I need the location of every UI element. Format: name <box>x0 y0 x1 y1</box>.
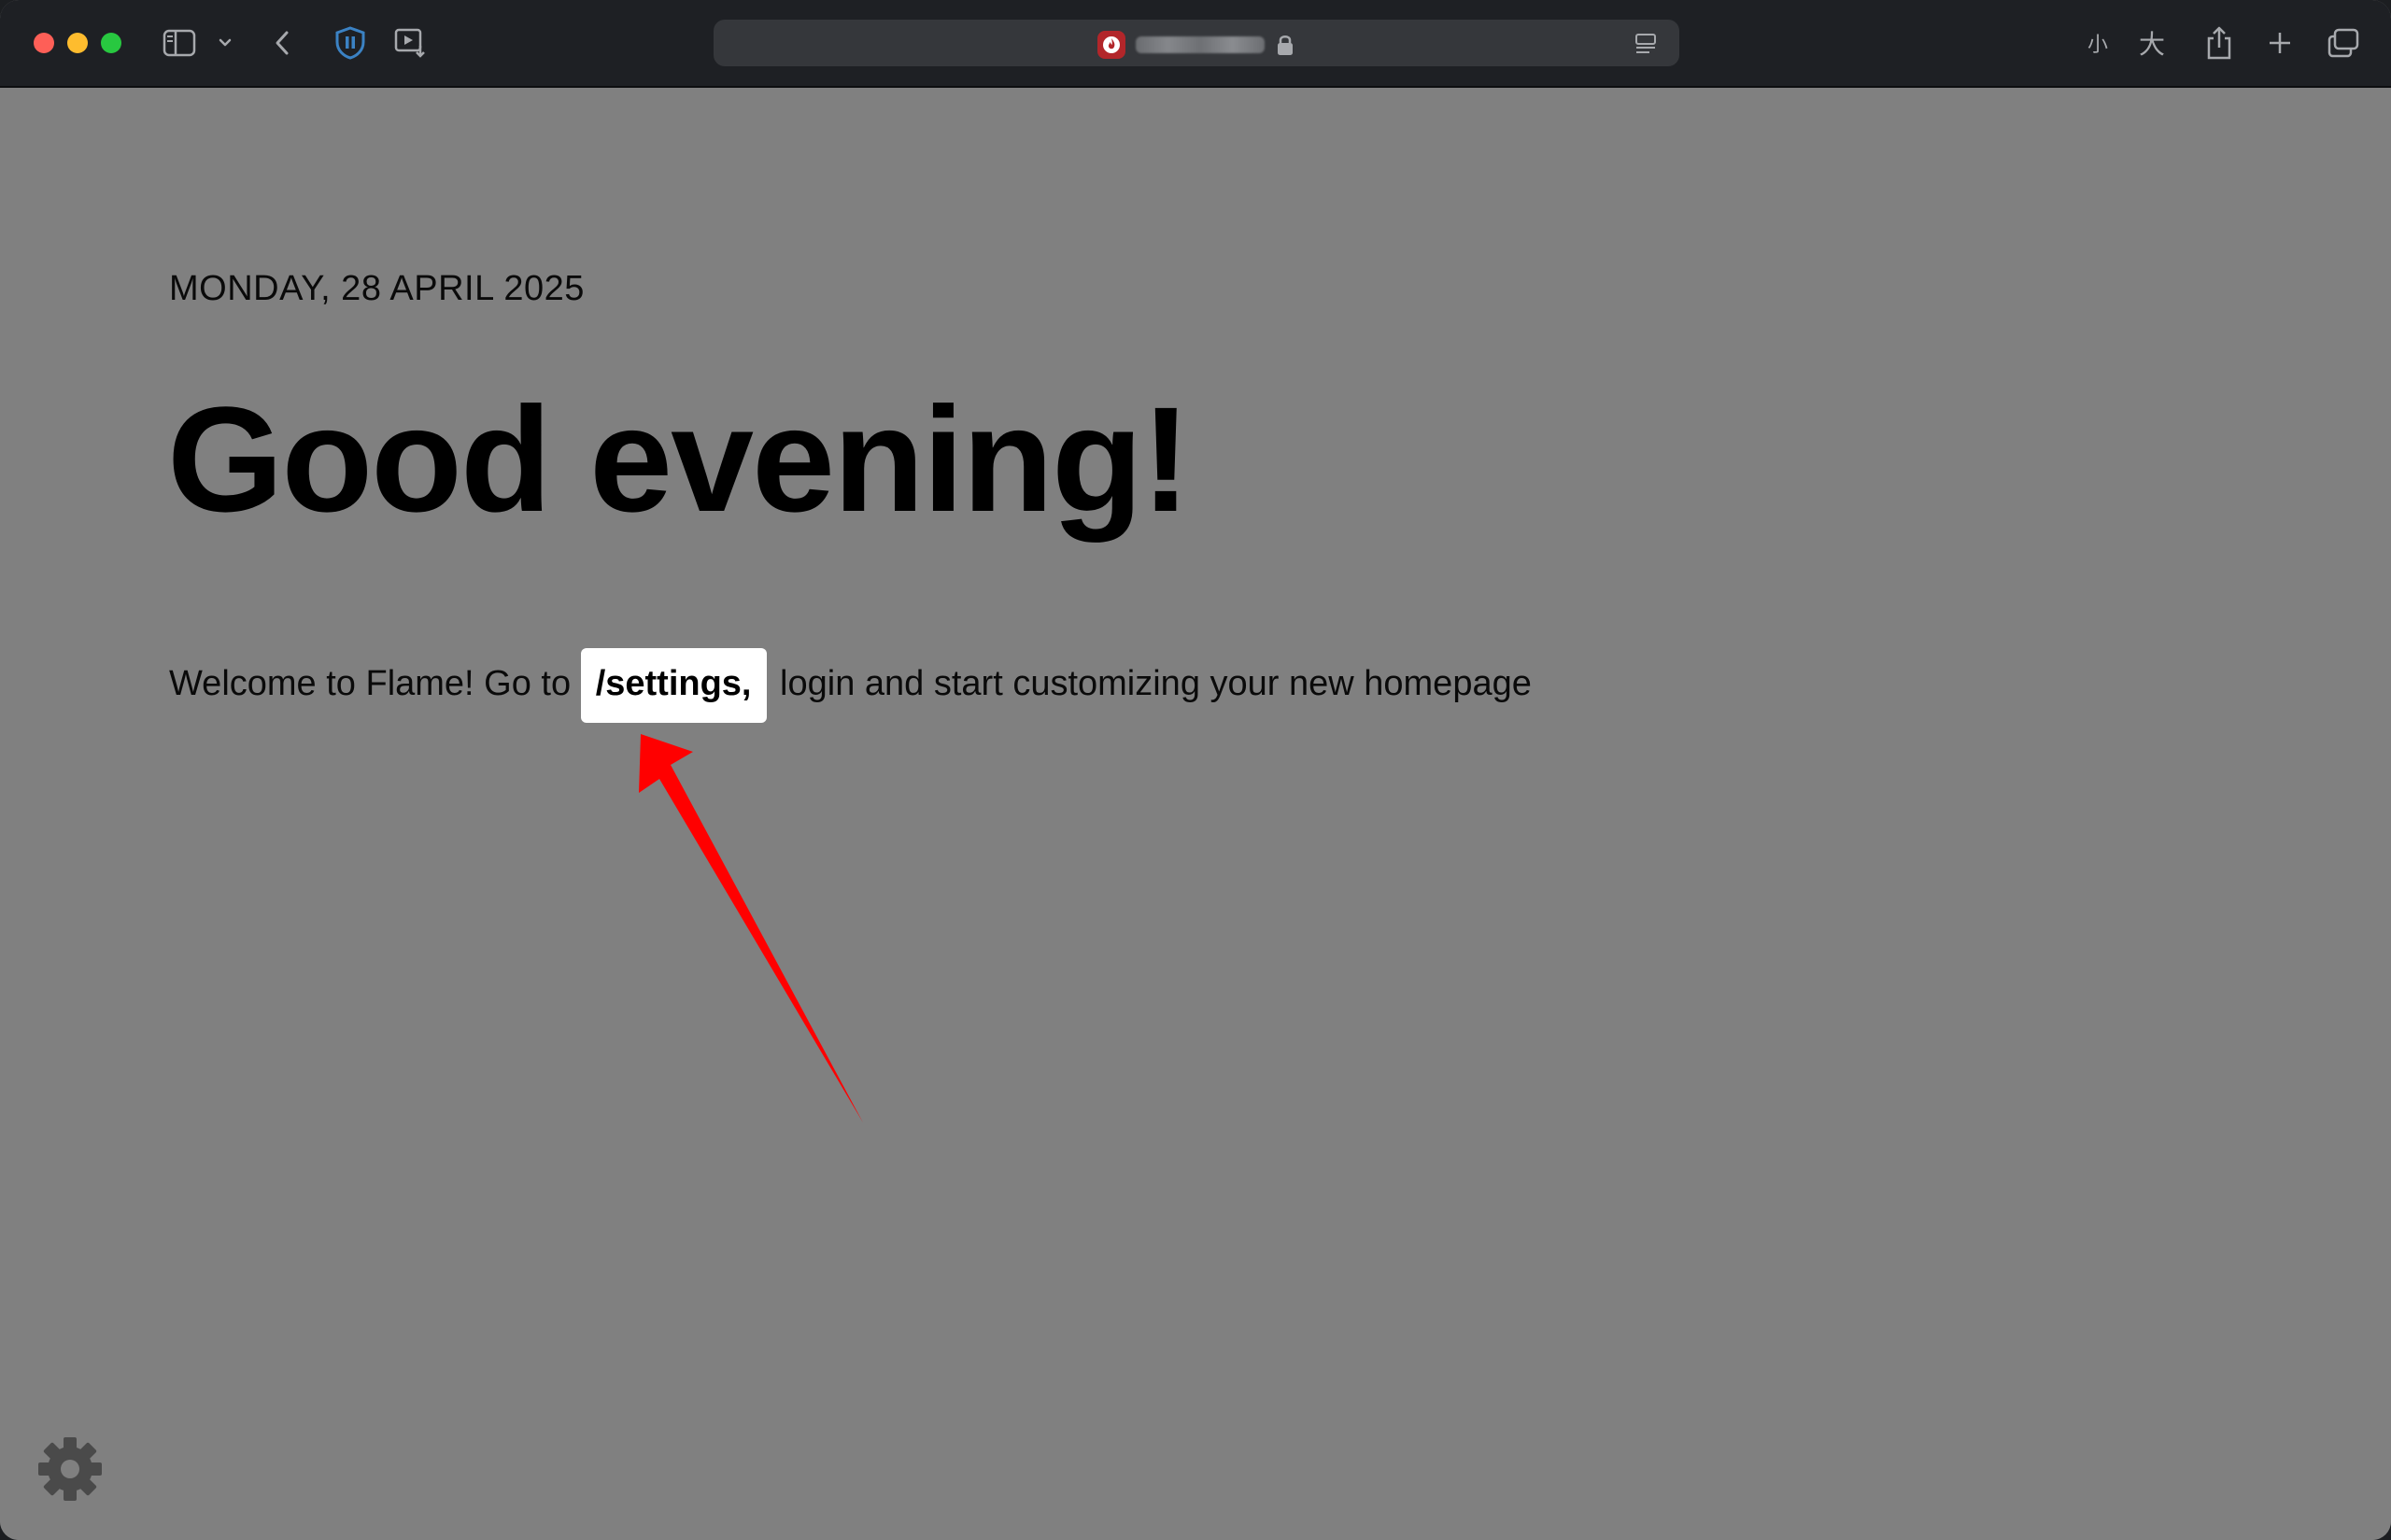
flame-favicon-icon <box>1097 31 1125 59</box>
close-window-button[interactable] <box>34 33 54 53</box>
welcome-text-after: login and start customizing your new hom… <box>770 664 1532 703</box>
greeting-heading: Good evening! <box>167 375 1191 543</box>
tab-overview-icon[interactable] <box>2326 24 2361 62</box>
media-icon[interactable] <box>392 24 430 62</box>
minimize-window-button[interactable] <box>67 33 88 53</box>
sidebar-icon[interactable] <box>161 24 198 62</box>
back-icon[interactable] <box>271 24 293 62</box>
new-tab-icon[interactable] <box>2264 24 2296 62</box>
welcome-text-before: Welcome to Flame! Go to <box>169 664 581 703</box>
share-icon[interactable] <box>2202 24 2236 62</box>
flame-homepage: MONDAY, 28 APRIL 2025 Good evening! Welc… <box>0 88 2391 1540</box>
shield-icon[interactable] <box>332 24 369 62</box>
settings-gear-icon[interactable] <box>35 1434 105 1504</box>
browser-window: 小 大 MONDAY, 28 APRIL 2025 Good evening! … <box>0 0 2391 1540</box>
address-bar[interactable] <box>714 20 1679 66</box>
translate-large-icon[interactable]: 大 <box>2135 24 2169 62</box>
current-date: MONDAY, 28 APRIL 2025 <box>169 269 585 308</box>
browser-toolbar: 小 大 <box>0 0 2391 88</box>
lock-icon <box>1275 33 1295 57</box>
translate-small-icon[interactable]: 小 <box>2085 24 2111 62</box>
chevron-down-icon[interactable] <box>215 24 235 62</box>
reader-icon[interactable] <box>1633 31 1659 57</box>
settings-link[interactable]: /settings, <box>580 648 767 723</box>
maximize-window-button[interactable] <box>101 33 121 53</box>
blurred-url <box>1136 36 1265 53</box>
welcome-message: Welcome to Flame! Go to /settings, login… <box>169 648 1532 723</box>
